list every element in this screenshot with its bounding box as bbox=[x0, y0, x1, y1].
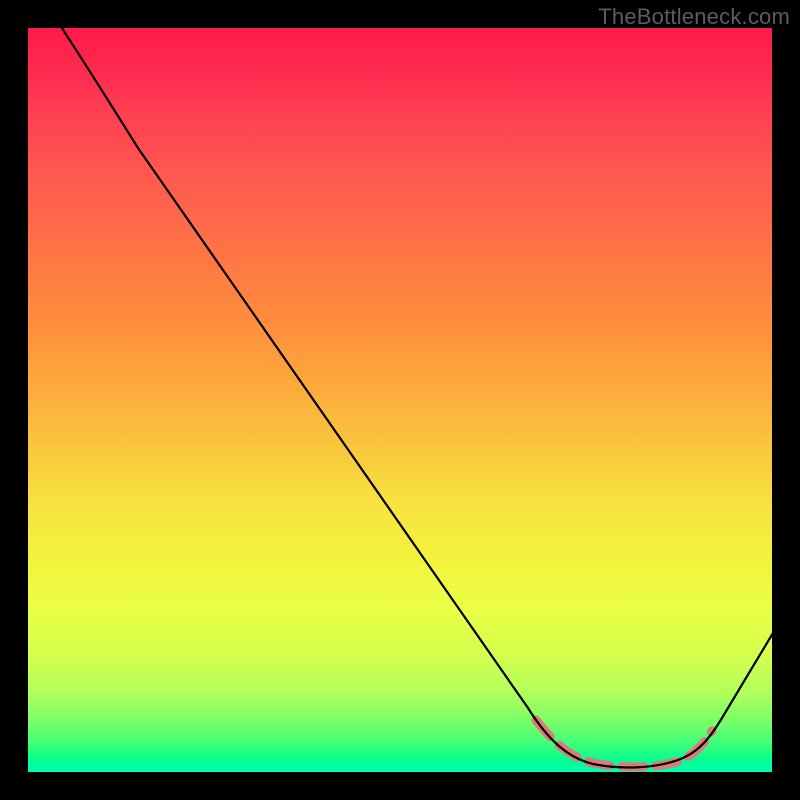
curve-line bbox=[58, 28, 772, 767]
watermark-text: TheBottleneck.com bbox=[598, 4, 790, 30]
chart-plot-area bbox=[28, 28, 772, 772]
optimal-range-dash-overlay bbox=[536, 720, 712, 767]
bottleneck-curve bbox=[28, 28, 772, 772]
